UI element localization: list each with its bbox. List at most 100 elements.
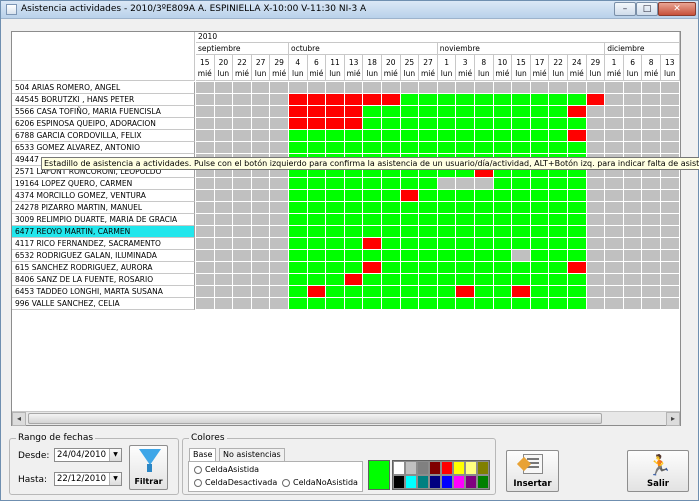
attendance-cell[interactable] xyxy=(233,250,252,262)
attendance-cell[interactable] xyxy=(623,214,643,226)
attendance-cell[interactable] xyxy=(289,142,308,154)
attendance-cell[interactable] xyxy=(549,178,568,190)
attendance-cell[interactable] xyxy=(549,190,568,202)
attendance-cell[interactable] xyxy=(530,106,550,118)
attendance-cell[interactable] xyxy=(419,142,438,154)
attendance-cell[interactable] xyxy=(326,190,345,202)
attendance-cell[interactable] xyxy=(326,226,345,238)
attendance-cell[interactable] xyxy=(344,106,364,118)
participant-name[interactable]: 44545 BORUTZKI , HANS PETER xyxy=(12,94,195,106)
attendance-cell[interactable] xyxy=(251,274,271,286)
attendance-cell[interactable] xyxy=(549,118,568,130)
attendance-cell[interactable] xyxy=(549,94,568,106)
attendance-cell[interactable] xyxy=(196,190,215,202)
attendance-cell[interactable] xyxy=(586,142,606,154)
attendance-cell[interactable] xyxy=(475,82,494,94)
palette-swatch[interactable] xyxy=(417,461,429,475)
attendance-cell[interactable] xyxy=(475,226,494,238)
attendance-cell[interactable] xyxy=(363,142,382,154)
attendance-cell[interactable] xyxy=(586,238,606,250)
attendance-cell[interactable] xyxy=(196,238,215,250)
attendance-cell[interactable] xyxy=(400,202,420,214)
attendance-cell[interactable] xyxy=(530,190,550,202)
attendance-cell[interactable] xyxy=(307,226,327,238)
attendance-cell[interactable] xyxy=(270,226,289,238)
attendance-cell[interactable] xyxy=(623,94,643,106)
attendance-cell[interactable] xyxy=(233,118,252,130)
attendance-cell[interactable] xyxy=(307,178,327,190)
attendance-cell[interactable] xyxy=(512,82,531,94)
attendance-cell[interactable] xyxy=(419,298,438,310)
attendance-cell[interactable] xyxy=(326,118,345,130)
attendance-cell[interactable] xyxy=(326,286,345,298)
attendance-cell[interactable] xyxy=(363,190,382,202)
attendance-cell[interactable] xyxy=(344,82,364,94)
attendance-cell[interactable] xyxy=(475,94,494,106)
attendance-cell[interactable] xyxy=(586,178,606,190)
attendance-cell[interactable] xyxy=(251,190,271,202)
attendance-cell[interactable] xyxy=(251,202,271,214)
participant-name[interactable]: 8406 SANZ DE LA FUENTE, ROSARIO xyxy=(12,274,195,286)
attendance-cell[interactable] xyxy=(456,178,475,190)
attendance-cell[interactable] xyxy=(512,238,531,250)
attendance-cell[interactable] xyxy=(214,226,234,238)
attendance-cell[interactable] xyxy=(456,106,475,118)
attendance-cell[interactable] xyxy=(344,94,364,106)
tab-no-asistencias[interactable]: No asistencias xyxy=(219,448,285,461)
attendance-cell[interactable] xyxy=(623,250,643,262)
attendance-cell[interactable] xyxy=(344,214,364,226)
attendance-cell[interactable] xyxy=(382,106,401,118)
chevron-down-icon[interactable]: ▼ xyxy=(109,473,121,485)
attendance-cell[interactable] xyxy=(307,298,327,310)
attendance-cell[interactable] xyxy=(642,286,661,298)
attendance-cell[interactable] xyxy=(307,118,327,130)
attendance-cell[interactable] xyxy=(251,106,271,118)
attendance-cell[interactable] xyxy=(661,202,680,214)
attendance-cell[interactable] xyxy=(512,118,531,130)
attendance-cell[interactable] xyxy=(586,250,606,262)
attendance-cell[interactable] xyxy=(196,250,215,262)
attendance-cell[interactable] xyxy=(623,238,643,250)
attendance-cell[interactable] xyxy=(530,118,550,130)
attendance-cell[interactable] xyxy=(642,214,661,226)
attendance-cell[interactable] xyxy=(363,178,382,190)
attendance-cell[interactable] xyxy=(549,214,568,226)
attendance-cell[interactable] xyxy=(270,298,289,310)
attendance-cell[interactable] xyxy=(382,262,401,274)
attendance-cell[interactable] xyxy=(642,106,661,118)
attendance-cell[interactable] xyxy=(568,226,587,238)
attendance-cell[interactable] xyxy=(512,190,531,202)
insertar-button[interactable]: Insertar xyxy=(506,450,559,492)
attendance-cell[interactable] xyxy=(196,178,215,190)
attendance-cell[interactable] xyxy=(307,238,327,250)
attendance-cell[interactable] xyxy=(307,142,327,154)
attendance-cell[interactable] xyxy=(196,106,215,118)
attendance-cell[interactable] xyxy=(214,190,234,202)
attendance-cell[interactable] xyxy=(363,130,382,142)
attendance-cell[interactable] xyxy=(642,190,661,202)
attendance-cell[interactable] xyxy=(549,226,568,238)
attendance-cell[interactable] xyxy=(475,262,494,274)
attendance-cell[interactable] xyxy=(437,202,457,214)
attendance-cell[interactable] xyxy=(289,82,308,94)
attendance-cell[interactable] xyxy=(251,142,271,154)
attendance-cell[interactable] xyxy=(642,238,661,250)
attendance-cell[interactable] xyxy=(642,202,661,214)
attendance-cell[interactable] xyxy=(549,286,568,298)
attendance-cell[interactable] xyxy=(456,298,475,310)
attendance-cell[interactable] xyxy=(382,94,401,106)
attendance-cell[interactable] xyxy=(475,214,494,226)
attendance-cell[interactable] xyxy=(289,190,308,202)
attendance-cell[interactable] xyxy=(307,286,327,298)
attendance-cell[interactable] xyxy=(326,214,345,226)
palette-swatch[interactable] xyxy=(453,461,465,475)
attendance-cell[interactable] xyxy=(307,262,327,274)
palette-swatch[interactable] xyxy=(417,475,429,489)
attendance-cell[interactable] xyxy=(437,106,457,118)
title-bar[interactable]: Asistencia actividades - 2010/3ºE809A A.… xyxy=(1,1,698,19)
attendance-cell[interactable] xyxy=(661,106,680,118)
participant-name[interactable]: 4374 MORCILLO GOMEZ, VENTURA xyxy=(12,190,195,202)
participant-name[interactable]: 24278 PIZARRO MARTIN, MANUEL xyxy=(12,202,195,214)
attendance-cell[interactable] xyxy=(661,178,680,190)
attendance-cell[interactable] xyxy=(400,214,420,226)
